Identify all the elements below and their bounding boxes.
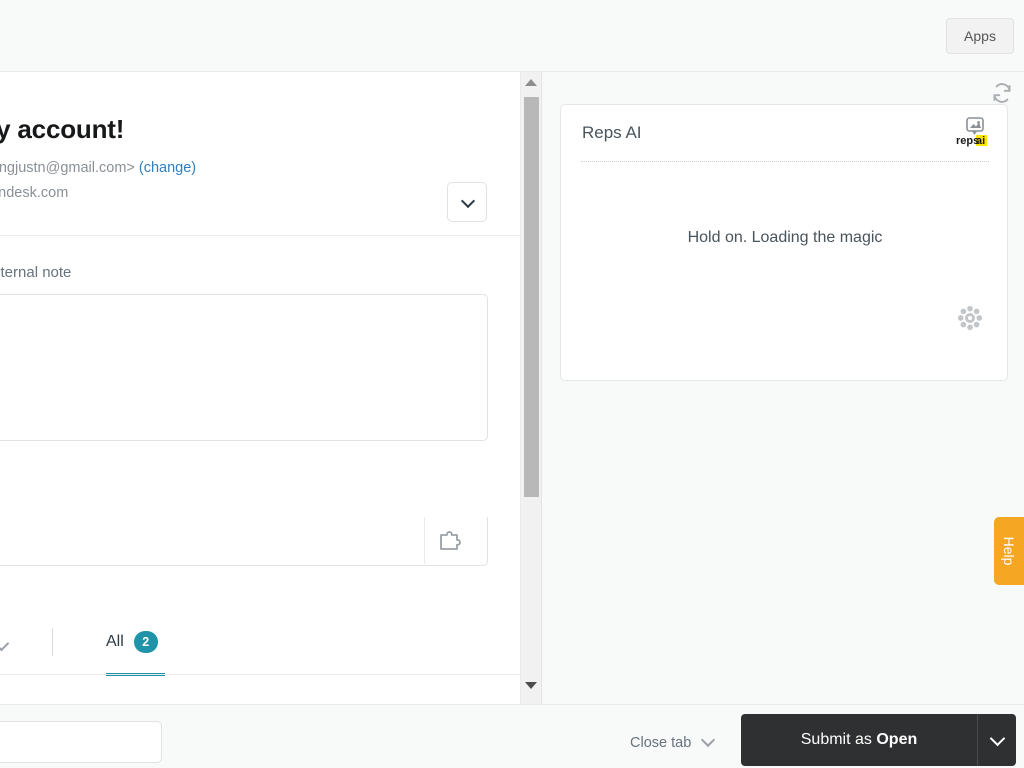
ticket-subject: ose my account! <box>0 114 125 144</box>
tab-all[interactable]: All 2 <box>106 627 158 665</box>
ticket-requester: Mike Umansky <longjustn@gmail.com> (chan… <box>0 160 196 176</box>
submit-dropdown-button[interactable] <box>977 714 1016 766</box>
submit-button-label: Submit as Open <box>741 714 977 766</box>
macro-select[interactable] <box>0 721 162 763</box>
header-divider <box>0 235 520 236</box>
composer-textarea[interactable] <box>0 294 488 441</box>
scroll-down-arrow-icon[interactable] <box>521 674 541 696</box>
scroll-up-arrow-icon[interactable] <box>521 72 541 94</box>
tab-all-badge: 2 <box>133 631 158 653</box>
apps-puzzle-icon[interactable] <box>437 529 463 553</box>
composer-channel-label: Internal note <box>0 264 72 281</box>
footer-separator <box>424 517 425 564</box>
ticket-requester-domain: mikereps.zendesk.com <box>0 185 69 201</box>
close-tab-label: Close tab <box>630 735 692 751</box>
tabs-chevron-down-icon[interactable] <box>0 635 10 652</box>
composer-footer <box>0 517 488 566</box>
apps-button[interactable]: Apps <box>946 18 1014 54</box>
chevron-down-icon <box>989 730 1006 747</box>
app-loading-text: Hold on. Loading the magic <box>687 229 883 246</box>
ticket-scrollbar[interactable] <box>521 72 542 704</box>
refresh-icon[interactable] <box>988 80 1016 106</box>
reps-ai-logo: reps ai <box>955 117 991 151</box>
card-divider <box>581 161 989 162</box>
submit-status: Open <box>876 731 918 748</box>
tabs-separator <box>52 628 53 656</box>
help-tab-label: Help <box>1001 536 1017 566</box>
submit-button[interactable]: Submit as Open <box>741 714 1016 766</box>
ticket-options-button[interactable] <box>447 182 487 222</box>
ticket-pane: ose my account! Mike Umansky <longjustn@… <box>0 72 521 704</box>
zendesk-agent-window: Apps ose my account! Mike Umansky <longj… <box>0 0 1024 768</box>
submit-prefix: Submit as <box>800 731 877 748</box>
help-tab-button[interactable]: Help <box>994 517 1024 585</box>
requester-name-email: Mike Umansky <longjustn@gmail.com> <box>0 160 135 176</box>
reps-ai-app-card: Reps AI reps ai Hold on. Loading the mag… <box>560 104 1008 381</box>
app-card-title: Reps AI <box>582 123 642 142</box>
top-bar: Apps <box>0 0 1024 72</box>
scrollbar-thumb[interactable] <box>524 97 539 497</box>
ticket-header: ose my account! Mike Umansky <longjustn@… <box>0 72 520 232</box>
svg-text:ai: ai <box>976 135 985 147</box>
tab-all-label: All <box>106 633 124 650</box>
loading-gear-icon <box>957 305 983 331</box>
chevron-down-icon <box>701 732 716 748</box>
close-tab-button[interactable]: Close tab <box>630 732 716 751</box>
tabs-bottom-rule <box>0 674 520 675</box>
chevron-down-icon <box>460 193 476 209</box>
conversation-tabs: All 2 <box>0 620 520 676</box>
apps-sidebar: Reps AI reps ai Hold on. Loading the mag… <box>542 72 1024 704</box>
change-requester-link[interactable]: (change) <box>139 160 196 176</box>
